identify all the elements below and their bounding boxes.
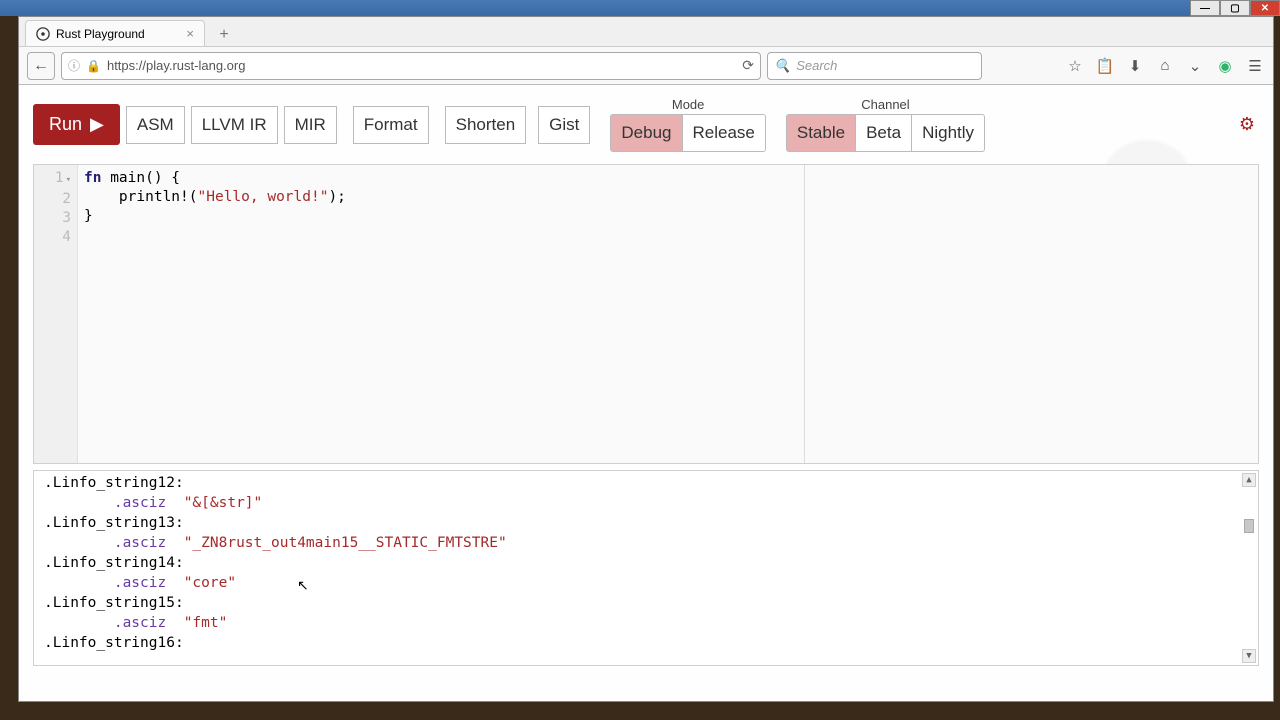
window-minimize-button[interactable]: — xyxy=(1190,0,1220,16)
code-token: println!( xyxy=(84,189,198,205)
clipboard-icon[interactable]: 📋 xyxy=(1095,56,1115,76)
format-button[interactable]: Format xyxy=(353,106,429,144)
hamburger-menu-icon[interactable]: ☰ xyxy=(1245,56,1265,76)
run-label: Run xyxy=(49,114,82,135)
code-token: "Hello, world!" xyxy=(198,189,329,205)
scroll-up-icon[interactable]: ▲ xyxy=(1242,473,1256,487)
downloads-icon[interactable]: ⬇ xyxy=(1125,56,1145,76)
output-line: .Linfo_string14: xyxy=(44,553,1248,573)
output-line: .Linfo_string16: xyxy=(44,633,1248,653)
bookmark-star-icon[interactable]: ☆ xyxy=(1065,56,1085,76)
new-tab-button[interactable]: + xyxy=(211,24,237,46)
settings-gear-icon[interactable]: ⚙ xyxy=(1235,113,1259,137)
llvmir-button[interactable]: LLVM IR xyxy=(191,106,278,144)
run-button[interactable]: Run ▶ xyxy=(33,104,120,145)
output-scrollbar[interactable]: ▲ ▼ xyxy=(1242,473,1256,663)
window-maximize-button[interactable]: ▢ xyxy=(1220,0,1250,16)
tab-close-icon[interactable]: × xyxy=(186,26,194,41)
line-number: 2 xyxy=(34,190,71,209)
browser-tab[interactable]: Rust Playground × xyxy=(25,20,205,46)
window-close-button[interactable]: ✕ xyxy=(1250,0,1280,16)
shorten-button[interactable]: Shorten xyxy=(445,106,527,144)
asm-button[interactable]: ASM xyxy=(126,106,185,144)
rust-favicon-icon xyxy=(36,27,50,41)
channel-nightly-button[interactable]: Nightly xyxy=(912,114,985,152)
scroll-down-icon[interactable]: ▼ xyxy=(1242,649,1256,663)
output-line: .asciz "fmt" xyxy=(44,613,1248,633)
code-editor[interactable]: 1 2 3 4 fn main() { println!("Hello, wor… xyxy=(33,164,1259,464)
page-content: Run ▶ ASM LLVM IR MIR Format Shorten Gis… xyxy=(19,85,1273,701)
url-text: https://play.rust-lang.org xyxy=(107,58,736,73)
output-panel[interactable]: .Linfo_string12: .asciz "&[&str]" .Linfo… xyxy=(33,470,1259,666)
line-number: 3 xyxy=(34,209,71,228)
code-area[interactable]: fn main() { println!("Hello, world!"); } xyxy=(78,165,1258,463)
mode-release-button[interactable]: Release xyxy=(683,114,766,152)
output-line: .Linfo_string15: xyxy=(44,593,1248,613)
tab-bar: Rust Playground × + xyxy=(19,17,1273,47)
home-icon[interactable]: ⌂ xyxy=(1155,56,1175,76)
channel-label: Channel xyxy=(861,97,909,112)
scroll-thumb[interactable] xyxy=(1244,519,1254,533)
output-line: .asciz "&[&str]" xyxy=(44,493,1248,513)
address-bar: ← ⓘ 🔒 https://play.rust-lang.org ⟳ 🔍 Sea… xyxy=(19,47,1273,85)
code-token: fn xyxy=(84,170,101,186)
browser-window: Rust Playground × + ← ⓘ 🔒 https://play.r… xyxy=(18,16,1274,702)
playground-toolbar: Run ▶ ASM LLVM IR MIR Format Shorten Gis… xyxy=(33,97,1259,152)
channel-beta-button[interactable]: Beta xyxy=(856,114,912,152)
code-token: } xyxy=(84,208,93,224)
output-line: .Linfo_string12: xyxy=(44,473,1248,493)
line-number: 1 xyxy=(34,169,71,190)
play-icon: ▶ xyxy=(90,114,104,135)
nav-back-button[interactable]: ← xyxy=(27,52,55,80)
search-box[interactable]: 🔍 Search xyxy=(767,52,982,80)
url-box[interactable]: ⓘ 🔒 https://play.rust-lang.org ⟳ xyxy=(61,52,761,80)
search-placeholder: Search xyxy=(796,58,837,73)
line-gutter: 1 2 3 4 xyxy=(34,165,78,463)
line-number: 4 xyxy=(34,228,71,247)
pocket-icon[interactable]: ⌄ xyxy=(1185,56,1205,76)
code-token: ); xyxy=(328,189,345,205)
mode-debug-button[interactable]: Debug xyxy=(610,114,682,152)
output-line: .Linfo_string13: xyxy=(44,513,1248,533)
gist-button[interactable]: Gist xyxy=(538,106,590,144)
search-icon: 🔍 xyxy=(774,58,790,74)
output-line: .asciz "core" xyxy=(44,573,1248,593)
output-line: .asciz "_ZN8rust_out4main15__STATIC_FMTS… xyxy=(44,533,1248,553)
extension-icon[interactable]: ◉ xyxy=(1215,56,1235,76)
reload-icon[interactable]: ⟳ xyxy=(742,57,754,74)
tab-title: Rust Playground xyxy=(56,27,145,41)
lock-icon: 🔒 xyxy=(86,59,101,73)
site-info-icon[interactable]: ⓘ xyxy=(68,57,80,74)
mode-label: Mode xyxy=(672,97,705,112)
channel-stable-button[interactable]: Stable xyxy=(786,114,856,152)
code-token: main() { xyxy=(101,170,180,186)
column-ruler xyxy=(804,165,805,463)
mir-button[interactable]: MIR xyxy=(284,106,337,144)
